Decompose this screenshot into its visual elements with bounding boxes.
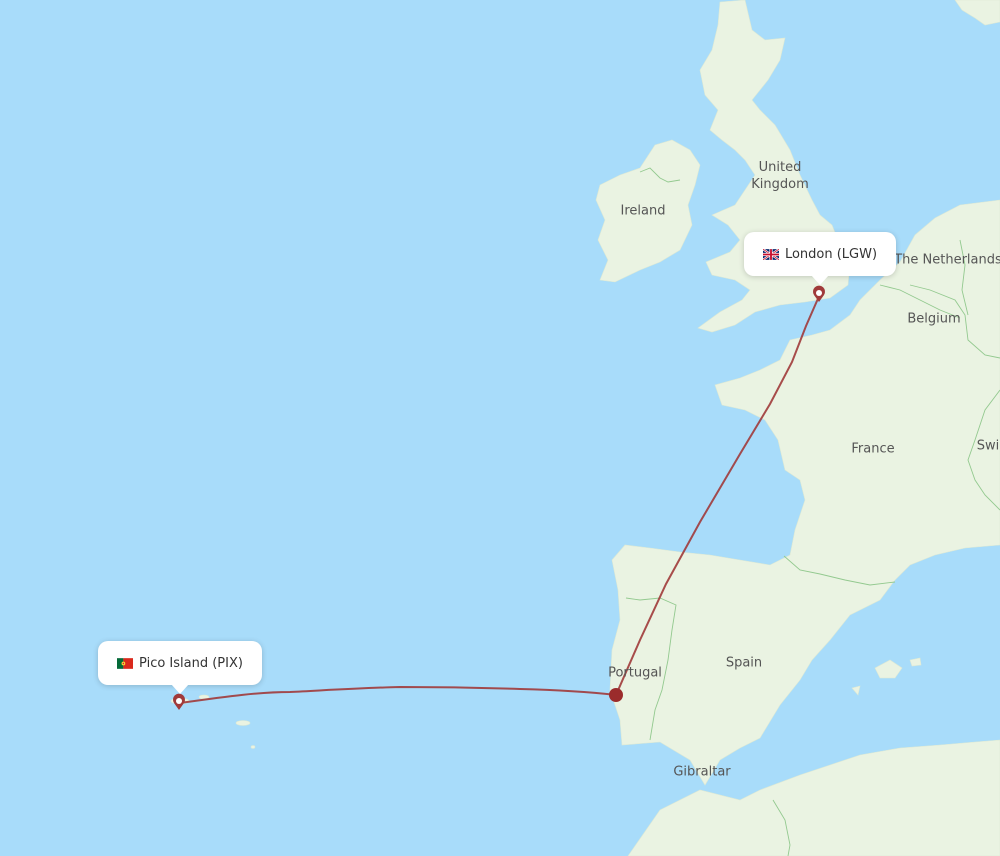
- uk-flag-icon: [762, 248, 779, 260]
- portugal-flag-icon: [117, 657, 134, 669]
- country-label-portugal: Portugal: [608, 665, 662, 681]
- origin-airport-label: London (LGW): [784, 246, 878, 262]
- country-label-uk: United Kingdom: [751, 160, 809, 192]
- country-label-switzerland: Swi: [976, 438, 1000, 454]
- land-menorca: [909, 657, 922, 667]
- country-label-netherlands: The Netherlands: [894, 252, 1000, 268]
- land-norway: [954, 0, 1000, 26]
- map-canvas[interactable]: [0, 0, 1000, 856]
- country-label-ireland: Ireland: [620, 203, 666, 219]
- land-ibiza: [851, 685, 861, 696]
- country-label-france: France: [851, 441, 895, 457]
- land-santa-maria: [250, 745, 256, 749]
- destination-airport-label: Pico Island (PIX): [139, 655, 243, 671]
- origin-callout[interactable]: London (LGW): [744, 232, 896, 276]
- country-label-gibraltar: Gibraltar: [673, 764, 731, 780]
- destination-pin[interactable]: [173, 693, 185, 710]
- destination-callout[interactable]: Pico Island (PIX): [98, 641, 262, 685]
- country-label-belgium: Belgium: [907, 311, 961, 327]
- stopover-marker[interactable]: [609, 688, 623, 702]
- land-sao-miguel: [235, 720, 251, 726]
- land-mallorca: [874, 659, 903, 679]
- land-north-africa: [627, 739, 1000, 856]
- country-label-spain: Spain: [725, 655, 763, 671]
